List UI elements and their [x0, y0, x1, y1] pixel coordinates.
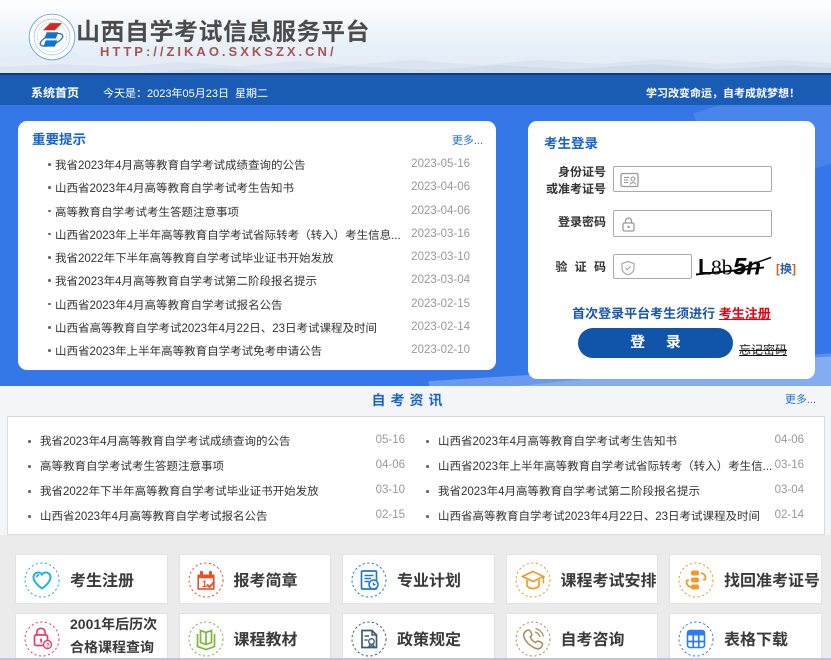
svg-text:8b: 8b: [711, 256, 733, 280]
svg-text:?: ?: [46, 643, 50, 650]
svg-text:L: L: [698, 255, 711, 280]
svg-text:1: 1: [202, 579, 207, 589]
svg-text:5n: 5n: [733, 254, 761, 281]
